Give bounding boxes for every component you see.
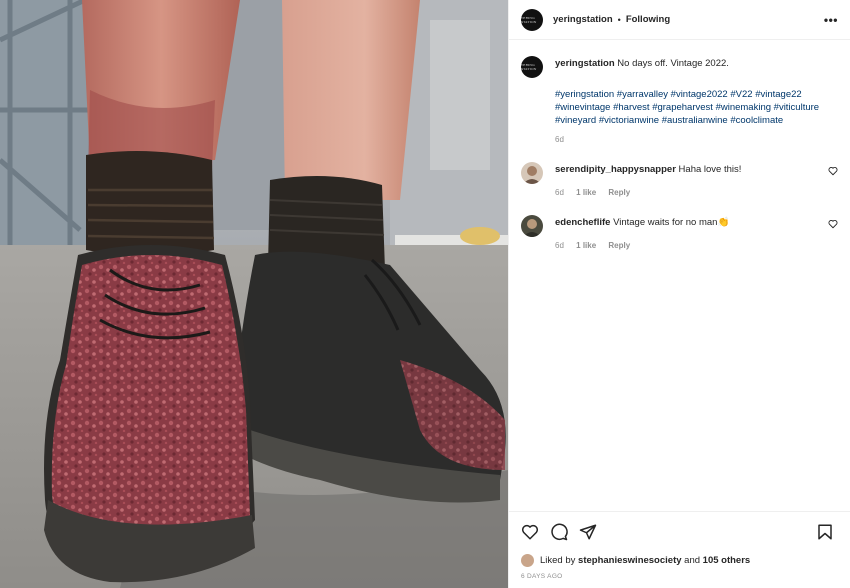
hashtag-link[interactable]: #coolclimate — [730, 115, 783, 126]
comment-text: Haha love this! — [678, 164, 742, 175]
heart-icon[interactable] — [521, 523, 539, 541]
comments-section: YERING STATION yeringstation No days off… — [509, 40, 850, 511]
separator-dot: • — [617, 14, 621, 25]
reply-button[interactable]: Reply — [608, 241, 630, 250]
hashtag-link[interactable]: #viticulture — [774, 102, 819, 113]
likes-others-link[interactable]: 105 others — [703, 555, 751, 566]
profile-avatar[interactable]: YERING STATION — [521, 8, 543, 31]
caption-meta: 6d — [521, 135, 838, 144]
hashtag-link[interactable]: #winevintage — [555, 102, 610, 113]
comment-icon[interactable] — [550, 523, 568, 541]
following-button[interactable]: Following — [626, 14, 670, 25]
comment-item: edencheflife Vintage waits for no man👏 6… — [521, 215, 838, 250]
avatar-logo-text: YERING STATION — [521, 15, 537, 24]
hashtag-link[interactable]: #australianwine — [662, 115, 728, 126]
hashtag-link[interactable]: #vineyard — [555, 115, 596, 126]
like-comment-icon[interactable] — [828, 166, 838, 176]
comment-likes[interactable]: 1 like — [576, 241, 596, 250]
liker-username[interactable]: stephanieswinesociety — [578, 555, 681, 566]
commenter-avatar[interactable] — [521, 215, 543, 237]
bookmark-icon[interactable] — [816, 523, 834, 541]
caption-hashtags: #yeringstation #yarravalley #vintage2022… — [521, 88, 838, 127]
comment-time[interactable]: 6d — [555, 241, 564, 250]
instagram-post-modal: YERING STATION yeringstation • Following… — [0, 0, 850, 588]
hashtag-link[interactable]: #yarravalley — [617, 89, 668, 100]
hashtag-link[interactable]: #victorianwine — [599, 115, 659, 126]
post-username[interactable]: yeringstation — [553, 14, 613, 25]
post-image-boots — [0, 0, 508, 588]
caption-username[interactable]: yeringstation — [555, 58, 615, 69]
commenter-photo — [521, 162, 543, 184]
post-date[interactable]: 6 DAYS AGO — [509, 569, 850, 588]
caption-avatar[interactable]: YERING STATION — [521, 56, 543, 78]
comment-item: serendipity_happysnapper Haha love this!… — [521, 162, 838, 197]
hashtag-link[interactable]: #winemaking — [716, 102, 771, 113]
hashtag-link[interactable]: #vintage2022 — [671, 89, 728, 100]
caption-avatar-logo-text: YERING STATION — [521, 63, 537, 71]
comment-username[interactable]: serendipity_happysnapper — [555, 164, 676, 175]
comment-text: Vintage waits for no man👏 — [613, 217, 730, 228]
comment-likes[interactable]: 1 like — [576, 188, 596, 197]
hashtag-link[interactable]: #harvest — [613, 102, 649, 113]
likes-and: and — [684, 554, 701, 566]
comment-username[interactable]: edencheflife — [555, 217, 610, 228]
comment-meta: 6d 1 like Reply — [521, 241, 838, 250]
action-bar — [509, 511, 850, 551]
post-header: YERING STATION yeringstation • Following… — [509, 0, 850, 40]
like-comment-icon[interactable] — [828, 219, 838, 229]
liker-avatar[interactable] — [521, 553, 534, 567]
caption-time[interactable]: 6d — [555, 135, 564, 144]
likes-summary: Liked by stephanieswinesociety and 105 o… — [509, 551, 850, 569]
reply-button[interactable]: Reply — [608, 188, 630, 197]
share-icon[interactable] — [579, 523, 597, 541]
comment-time[interactable]: 6d — [555, 188, 564, 197]
hashtag-link[interactable]: #V22 — [730, 89, 752, 100]
caption-row: YERING STATION yeringstation No days off… — [521, 56, 838, 78]
hashtag-link[interactable]: #grapeharvest — [652, 102, 713, 113]
post-photo[interactable] — [0, 0, 508, 588]
more-options-icon[interactable]: ••• — [824, 13, 838, 27]
comment-meta: 6d 1 like Reply — [521, 188, 838, 197]
likes-prefix: Liked by — [540, 554, 576, 566]
hashtag-link[interactable]: #yeringstation — [555, 89, 614, 100]
caption-text: No days off. Vintage 2022. — [617, 58, 729, 69]
post-side-panel: YERING STATION yeringstation • Following… — [508, 0, 850, 588]
commenter-avatar[interactable] — [521, 162, 543, 184]
commenter-photo — [521, 215, 543, 237]
hashtag-link[interactable]: #vintage22 — [755, 89, 801, 100]
